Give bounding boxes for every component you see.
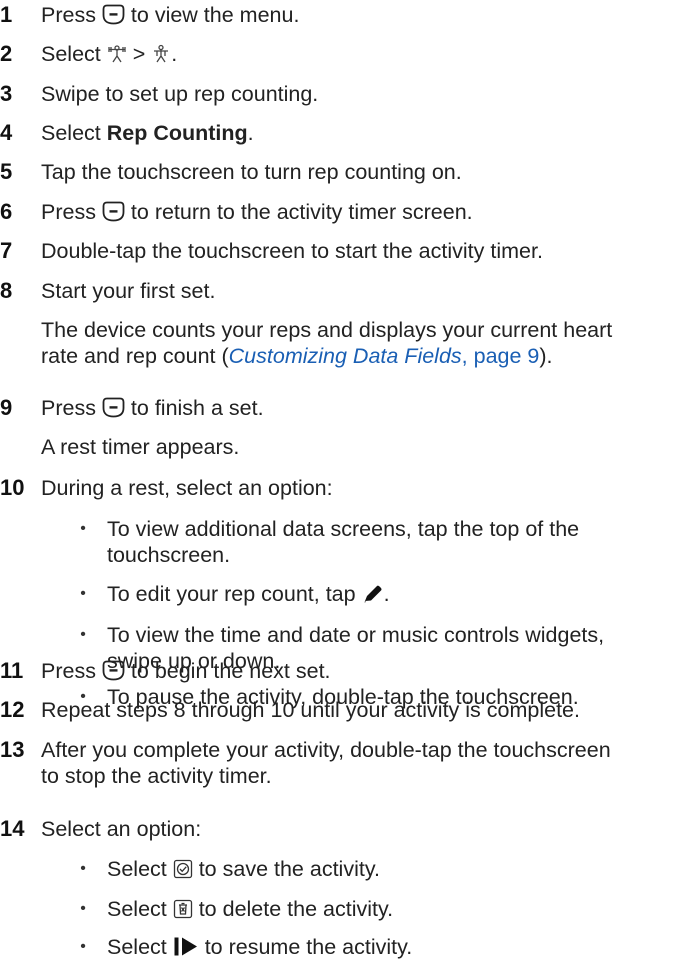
step-number: 1 [0, 2, 13, 27]
step-number: 5 [0, 159, 13, 184]
minus-button-icon [102, 397, 125, 418]
option-text: Select to delete the activity. [107, 897, 394, 921]
resume-play-icon [173, 936, 199, 957]
option-text: touchscreen. [107, 543, 231, 567]
pencil-icon [362, 584, 384, 604]
step-number: 8 [0, 278, 13, 303]
instruction-document: 1 Press to view the menu. 2 Select > . 3 Swip… [0, 0, 679, 959]
option-text: To view the time and date or music contr… [107, 623, 605, 647]
step-number: 11 [0, 658, 24, 683]
step-text: During a rest, select an option: [41, 476, 333, 500]
minus-button-icon [102, 4, 125, 25]
option-text: Select to resume the activity. [107, 935, 413, 959]
option-text: To view additional data screens, tap the… [107, 517, 580, 541]
option-text: To edit your rep count, tap . [107, 582, 390, 606]
step-number: 7 [0, 238, 13, 263]
bullet-marker: • [80, 900, 86, 917]
discard-trash-icon [173, 899, 193, 919]
bullet-marker: • [80, 860, 86, 877]
step-number: 10 [0, 475, 25, 500]
option-text: To pause the activity, double-tap the to… [107, 685, 579, 709]
bullet-marker: • [80, 688, 86, 705]
rep-settings-icon [151, 44, 171, 64]
step-text: The device counts your reps and displays… [41, 318, 613, 342]
step-text: Press to finish a set. [41, 396, 264, 420]
bullet-marker: • [80, 520, 86, 537]
step-text: A rest timer appears. [41, 435, 240, 459]
strength-activity-icon [107, 44, 127, 64]
option-text: swipe up or down. [107, 649, 281, 673]
option-text: Select to save the activity. [107, 857, 380, 881]
step-number: 12 [0, 697, 25, 722]
step-number: 14 [0, 816, 25, 841]
bold-term: Rep Counting [106, 121, 248, 145]
step-text: rate and rep count (Customizing Data Fie… [41, 344, 553, 368]
step-text: Double-tap the touchscreen to start the … [41, 239, 543, 263]
step-number: 3 [0, 81, 13, 106]
bullet-marker: • [80, 938, 86, 955]
minus-button-icon [102, 201, 125, 222]
step-text: Tap the touchscreen to turn rep counting… [41, 160, 462, 184]
step-text: After you complete your activity, double… [41, 738, 611, 762]
step-text: Start your first set. [41, 279, 216, 303]
step-number: 4 [0, 120, 13, 145]
cross-reference-link[interactable]: Customizing Data Fields, page 9 [229, 344, 540, 368]
step-text: Swipe to set up rep counting. [41, 82, 319, 106]
bullet-marker: • [80, 626, 86, 643]
step-number: 2 [0, 41, 13, 66]
step-number: 6 [0, 199, 13, 224]
step-text: Press to return to the activity timer sc… [41, 200, 473, 224]
bullet-marker: • [80, 585, 86, 602]
step-number: 13 [0, 737, 25, 762]
step-text: Select > . [41, 42, 178, 66]
step-text: Select Rep Counting. [41, 121, 254, 145]
step-text: Select an option: [41, 817, 202, 841]
step-text: to stop the activity timer. [41, 764, 272, 788]
save-check-icon [173, 859, 193, 879]
step-number: 9 [0, 395, 13, 420]
step-text: Press to view the menu. [41, 3, 300, 27]
